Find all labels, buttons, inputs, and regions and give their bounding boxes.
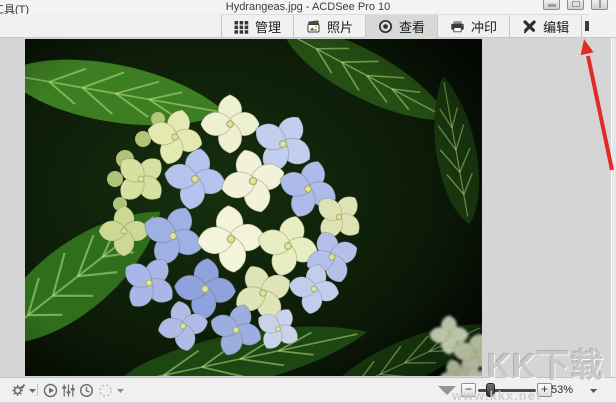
zoom-slider[interactable]: [478, 383, 536, 397]
eye-icon: [378, 19, 393, 34]
tab-manage[interactable]: 管理: [221, 15, 293, 38]
select-region-icon[interactable]: [98, 383, 113, 398]
close-icon: [599, 0, 601, 8]
zoom-dropdown-caret-icon[interactable]: [590, 389, 597, 393]
tab-photos-label: 照片: [327, 20, 354, 35]
image-viewer-canvas: [0, 38, 616, 377]
gear-dropdown-caret-icon[interactable]: [29, 389, 36, 393]
photos-icon: [307, 20, 320, 33]
tab-edit[interactable]: 编辑: [509, 15, 581, 38]
toolbar-separator: [37, 384, 38, 396]
title-bar: 工具(T) Hydrangeas.jpg - ACDSee Pro 10: [0, 0, 616, 16]
mode-tab-bar: 管理 照片 查看 冲印 编辑: [0, 14, 616, 38]
tab-edit-label: 编辑: [543, 20, 570, 35]
zoom-slider-thumb[interactable]: [486, 383, 495, 397]
maximize-icon: [572, 1, 580, 7]
tab-next-icon-fragment: [585, 21, 590, 31]
maximize-button[interactable]: [567, 0, 584, 10]
develop-icon: [451, 21, 464, 33]
tab-view-label: 查看: [399, 20, 426, 35]
close-button[interactable]: [591, 0, 608, 10]
bottom-toolbar: − + 53%: [0, 377, 616, 402]
filmstrip-toggle-icon[interactable]: [438, 386, 456, 395]
zoom-in-button[interactable]: +: [537, 383, 552, 397]
tab-photos[interactable]: 照片: [293, 15, 365, 38]
window-title: Hydrangeas.jpg - ACDSee Pro 10: [225, 1, 391, 13]
tab-develop-label: 冲印: [471, 20, 498, 35]
external-editor-gear-icon[interactable]: [11, 383, 26, 398]
edit-icon: [523, 20, 536, 34]
right-pane-edge: [611, 38, 616, 377]
tab-develop[interactable]: 冲印: [437, 15, 509, 38]
auto-advance-clock-icon[interactable]: [79, 383, 94, 398]
filter-adjust-icon[interactable]: [61, 383, 76, 398]
zoom-percent-value[interactable]: 53%: [551, 384, 573, 396]
toolbar-more-caret-icon[interactable]: [117, 389, 124, 393]
zoom-out-button[interactable]: −: [461, 383, 476, 397]
grid-icon: [234, 21, 249, 34]
tab-manage-label: 管理: [255, 20, 282, 35]
slideshow-play-icon[interactable]: [43, 383, 58, 398]
minimize-icon: [548, 4, 556, 7]
tab-view[interactable]: 查看: [365, 15, 438, 38]
tab-next-partial[interactable]: [581, 15, 590, 38]
photo-hydrangeas[interactable]: [25, 39, 482, 376]
minimize-button[interactable]: [543, 0, 560, 10]
